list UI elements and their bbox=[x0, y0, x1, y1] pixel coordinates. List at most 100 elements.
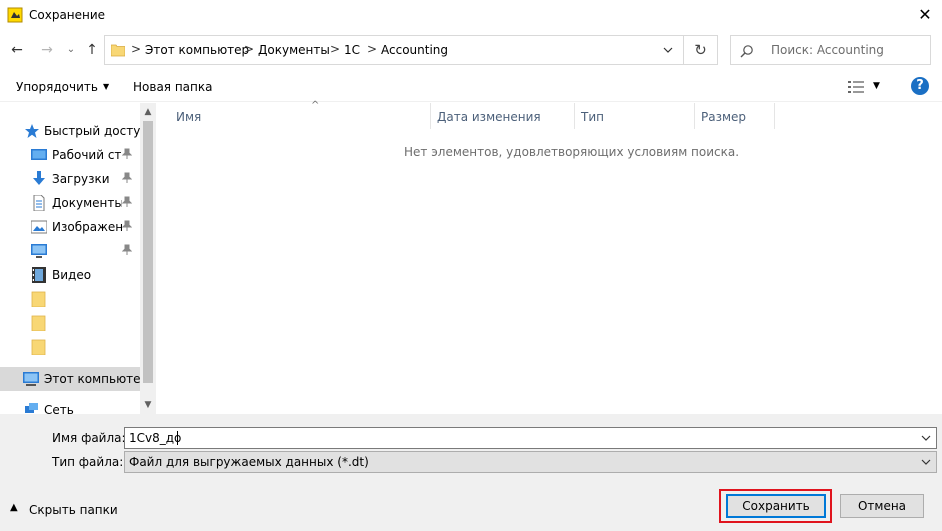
search-icon bbox=[740, 45, 753, 58]
refresh-icon: ↻ bbox=[694, 41, 707, 59]
sidebar-item-video[interactable]: Видео bbox=[0, 263, 140, 287]
filename-label: Имя файла: bbox=[52, 431, 126, 445]
pin-icon[interactable] bbox=[122, 148, 132, 160]
chevron-down-icon[interactable] bbox=[920, 432, 932, 444]
download-icon bbox=[33, 171, 45, 185]
video-icon bbox=[32, 267, 46, 283]
organize-label: Упорядочить bbox=[16, 80, 98, 94]
address-bar[interactable]: > Этот компьютер > Документы > 1C > Acco… bbox=[104, 35, 684, 65]
folder-icon bbox=[111, 44, 125, 57]
pin-icon[interactable] bbox=[122, 172, 132, 184]
sidebar-item-pictures[interactable]: Изображения bbox=[0, 215, 140, 239]
scroll-down-icon[interactable]: ▼ bbox=[143, 400, 153, 410]
breadcrumb-1c[interactable]: 1C bbox=[344, 43, 360, 57]
hide-folders-caret-icon: ▲ bbox=[10, 502, 18, 513]
navigation-bar: ← → ⌄ ↑ > Этот компьютер > Документы > 1… bbox=[0, 33, 942, 67]
back-arrow-icon[interactable]: ← bbox=[8, 41, 26, 59]
picture-icon bbox=[31, 220, 47, 234]
filename-value: 1Cv8_до bbox=[129, 431, 182, 445]
sidebar-item-label: Изображения bbox=[52, 220, 122, 234]
column-label: Дата изменения bbox=[437, 110, 541, 124]
sidebar-item-desktop[interactable]: Рабочий стол bbox=[0, 143, 140, 167]
document-icon bbox=[33, 195, 45, 211]
breadcrumb-this-pc[interactable]: Этот компьютер bbox=[145, 43, 249, 57]
sidebar-item-network[interactable]: Сеть bbox=[0, 398, 140, 414]
command-bar: Упорядочить ▼ Новая папка ▼ bbox=[0, 72, 942, 102]
sidebar-item-folder-2[interactable] bbox=[0, 311, 140, 335]
sidebar-item-label: Загрузки bbox=[52, 172, 110, 186]
view-options-caret-icon[interactable]: ▼ bbox=[873, 81, 880, 91]
cancel-button[interactable]: Отмена bbox=[840, 494, 924, 518]
scrollbar-thumb[interactable] bbox=[143, 121, 153, 383]
monitor-icon bbox=[31, 244, 47, 258]
text-caret bbox=[177, 431, 178, 445]
help-icon[interactable]: ? bbox=[911, 77, 929, 95]
column-label: Имя bbox=[176, 110, 202, 124]
sidebar-item-label: Этот компьютер bbox=[44, 372, 140, 386]
sidebar-item-label: Сеть bbox=[44, 403, 74, 414]
breadcrumb-documents[interactable]: Документы bbox=[258, 43, 330, 57]
empty-state-message: Нет элементов, удовлетворяющих условиям … bbox=[404, 145, 740, 159]
refresh-button[interactable]: ↻ bbox=[684, 35, 718, 65]
sort-ascending-icon: ^ bbox=[311, 100, 320, 111]
column-header-type[interactable]: Тип bbox=[575, 103, 695, 129]
app-icon bbox=[7, 7, 23, 23]
title-bar: Сохранение ✕ bbox=[0, 0, 942, 30]
folder-icon bbox=[31, 315, 46, 331]
recent-locations-icon[interactable]: ⌄ bbox=[62, 41, 80, 59]
save-form: Имя файла: 1Cv8_до Тип файла: Файл для в… bbox=[0, 414, 942, 531]
scroll-up-icon[interactable]: ▲ bbox=[143, 107, 153, 117]
sidebar-item-documents[interactable]: Документы bbox=[0, 191, 140, 215]
computer-icon bbox=[23, 372, 39, 386]
pin-icon[interactable] bbox=[122, 220, 132, 232]
sidebar-item-label: Документы bbox=[52, 196, 122, 210]
window-title: Сохранение bbox=[29, 8, 106, 22]
chevron-down-icon[interactable] bbox=[920, 456, 932, 468]
up-arrow-icon[interactable]: ↑ bbox=[83, 41, 101, 59]
close-icon[interactable]: ✕ bbox=[914, 4, 936, 26]
sidebar-item-quick-access[interactable]: Быстрый доступ bbox=[0, 119, 140, 143]
sidebar-item-monitor[interactable] bbox=[0, 239, 140, 263]
chevron-down-icon[interactable] bbox=[660, 42, 676, 58]
folder-icon bbox=[31, 339, 46, 355]
save-button[interactable]: Сохранить bbox=[726, 494, 826, 518]
folder-icon bbox=[31, 291, 46, 307]
breadcrumb-accounting[interactable]: Accounting bbox=[381, 43, 448, 57]
sidebar-scrollbar[interactable]: ▲ ▼ bbox=[140, 103, 156, 414]
column-label: Размер bbox=[701, 110, 747, 124]
sidebar-item-folder-1[interactable] bbox=[0, 287, 140, 311]
search-box[interactable]: Поиск: Accounting bbox=[730, 35, 931, 65]
filename-field[interactable]: 1Cv8_до bbox=[124, 427, 937, 449]
sidebar-item-label: Рабочий стол bbox=[52, 148, 122, 162]
filetype-select[interactable]: Файл для выгружаемых данных (*.dt) bbox=[124, 451, 937, 473]
star-icon bbox=[25, 124, 39, 138]
sidebar-item-this-pc[interactable]: Этот компьютер bbox=[0, 367, 140, 391]
breadcrumb-separator: > bbox=[367, 42, 378, 56]
new-folder-button[interactable]: Новая папка bbox=[133, 80, 212, 94]
pin-icon[interactable] bbox=[122, 196, 132, 208]
navigation-pane: Быстрый доступ Рабочий стол Загрузки Док… bbox=[0, 103, 156, 414]
file-list: Имя ^ Дата изменения Тип Размер Нет элем… bbox=[156, 100, 942, 414]
column-header-size[interactable]: Размер bbox=[695, 103, 775, 129]
hide-folders-button[interactable]: Скрыть папки bbox=[29, 503, 118, 517]
sidebar-item-folder-3[interactable] bbox=[0, 335, 140, 359]
breadcrumb-separator: > bbox=[330, 42, 341, 56]
filetype-label: Тип файла: bbox=[52, 455, 124, 469]
breadcrumb-separator: > bbox=[131, 42, 142, 56]
organize-button[interactable]: Упорядочить ▼ bbox=[16, 80, 109, 94]
sidebar-item-downloads[interactable]: Загрузки bbox=[0, 167, 140, 191]
sidebar-item-label: Быстрый доступ bbox=[44, 124, 140, 138]
desktop-icon bbox=[31, 149, 47, 160]
column-header-name[interactable]: Имя ^ bbox=[170, 100, 431, 129]
network-icon bbox=[25, 403, 38, 413]
view-details-icon[interactable] bbox=[848, 80, 864, 94]
column-label: Тип bbox=[581, 110, 604, 124]
column-header-date[interactable]: Дата изменения bbox=[431, 103, 575, 129]
filetype-value: Файл для выгружаемых данных (*.dt) bbox=[129, 455, 369, 469]
sidebar-item-label: Видео bbox=[52, 268, 92, 282]
caret-down-icon: ▼ bbox=[102, 82, 110, 91]
search-input[interactable]: Поиск: Accounting bbox=[771, 43, 884, 57]
breadcrumb-separator: > bbox=[244, 42, 255, 56]
forward-arrow-icon[interactable]: → bbox=[38, 41, 56, 59]
pin-icon[interactable] bbox=[122, 244, 132, 256]
